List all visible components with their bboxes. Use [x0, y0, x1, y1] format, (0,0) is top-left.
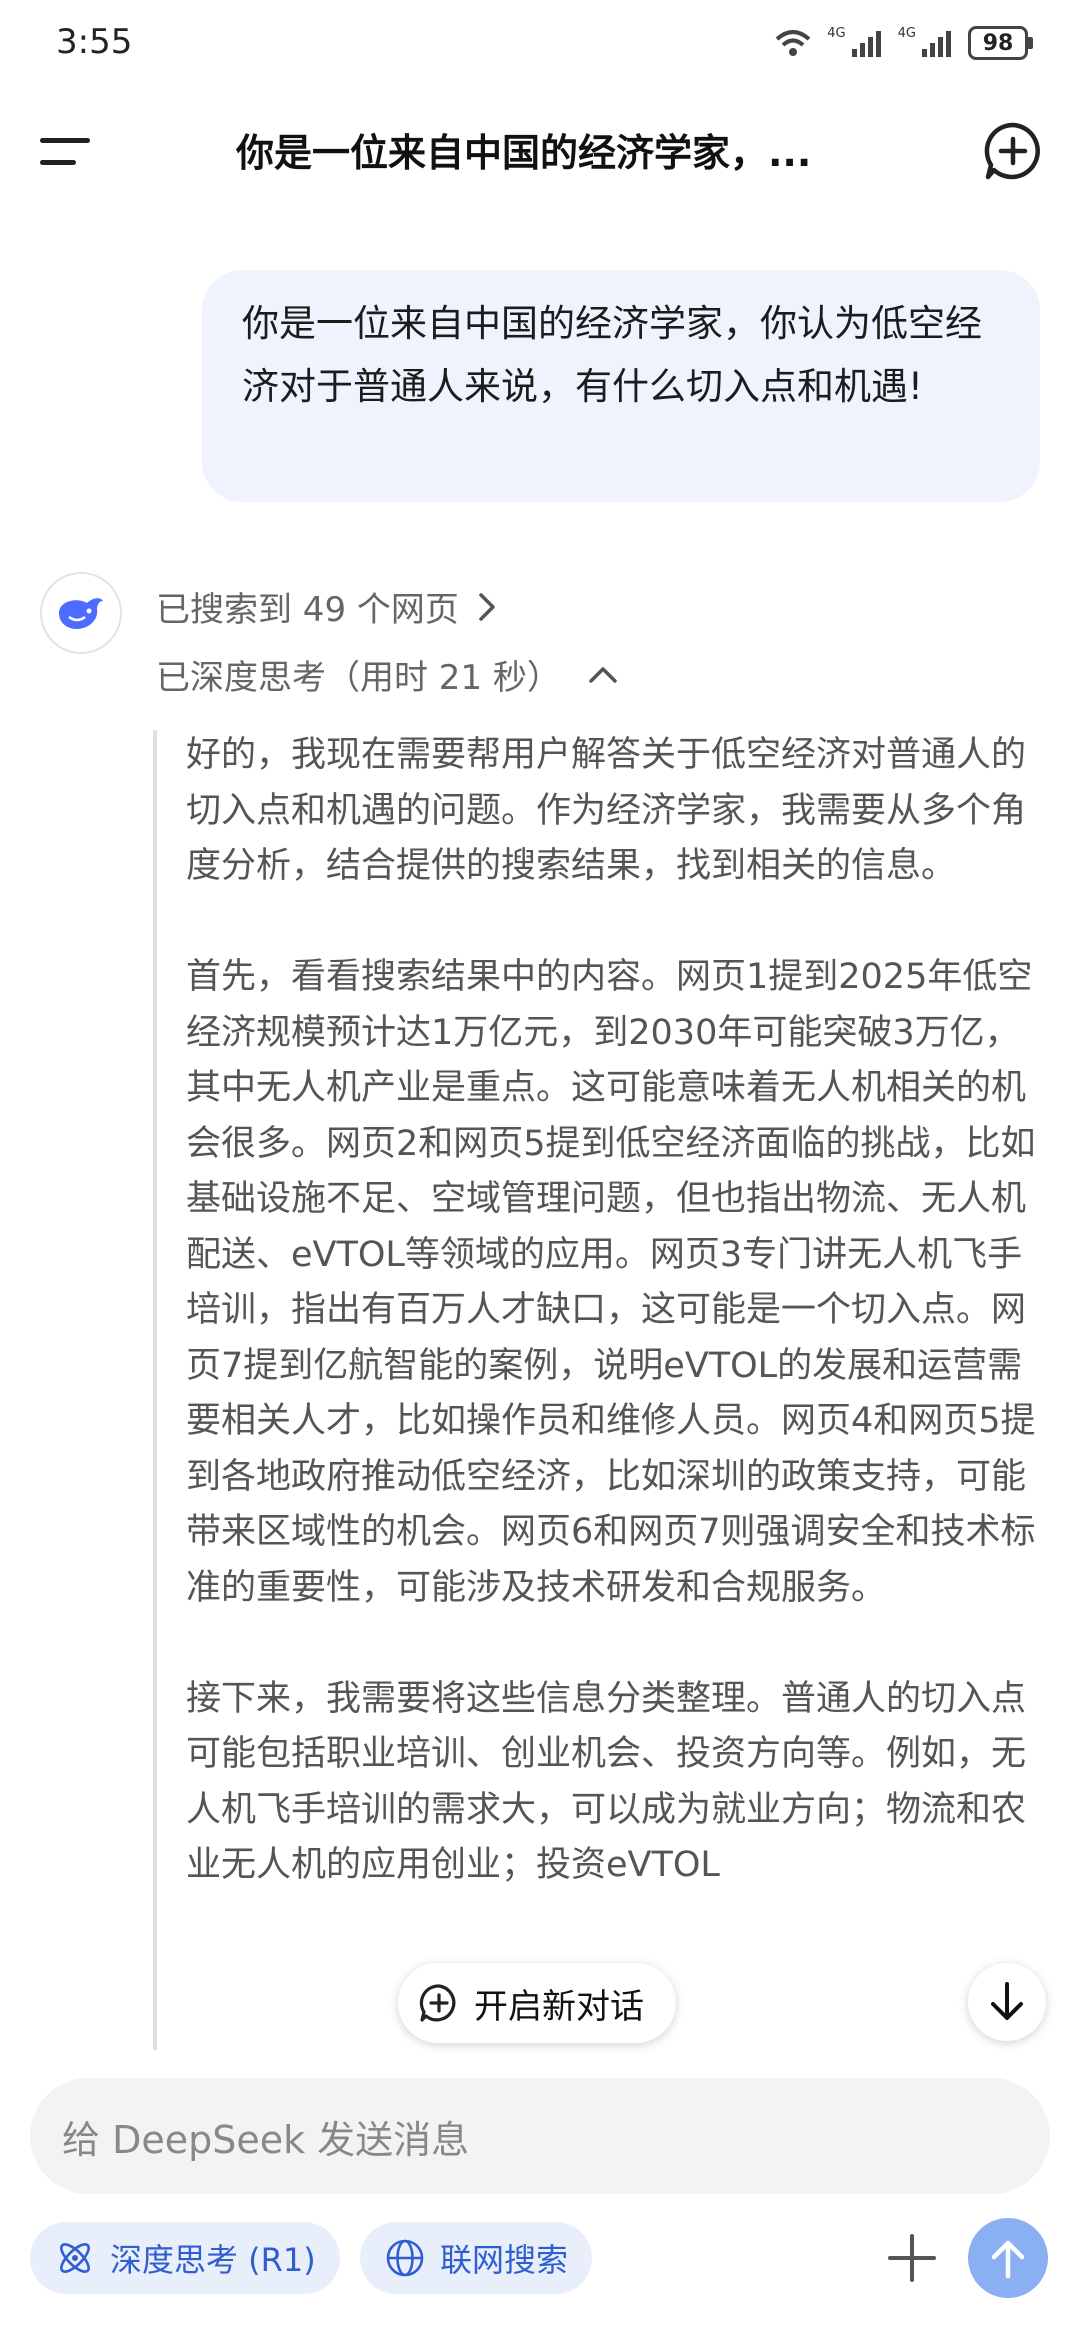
status-icons: 4G 4G 98 — [773, 25, 1033, 60]
signal-icon — [850, 27, 884, 59]
web-search-toggle[interactable]: 联网搜索 — [360, 2222, 593, 2294]
web-search-label: 联网搜索 — [440, 2241, 569, 2279]
status-bar: 3:55 4G 4G 98 — [0, 0, 1080, 90]
battery-level: 98 — [982, 30, 1014, 56]
battery-icon: 98 — [968, 26, 1033, 60]
network-type-label: 4G — [827, 25, 846, 41]
wifi-icon — [773, 27, 813, 59]
deep-think-toggle[interactable]: 深度思考 (R1) — [30, 2222, 340, 2294]
chevron-up-icon — [589, 666, 617, 683]
search-results-toggle[interactable]: 已搜索到 49 个网页 — [156, 582, 497, 631]
deepseek-avatar — [40, 572, 122, 654]
user-message-bubble: 你是一位来自中国的经济学家，你认为低空经济对于普通人来说，有什么切入点和机遇! — [202, 270, 1040, 502]
signal-icon — [920, 27, 954, 59]
new-chat-label: 开启新对话 — [474, 1986, 644, 2027]
search-status-text: 已搜索到 49 个网页 — [156, 590, 459, 630]
app-header: 你是一位来自中国的经济学家，... — [0, 100, 1080, 200]
network-type-label: 4G — [897, 25, 916, 41]
globe-icon — [386, 2239, 424, 2277]
new-chat-icon — [419, 1984, 456, 2022]
new-chat-button[interactable]: 开启新对话 — [398, 1963, 676, 2043]
menu-icon[interactable] — [40, 130, 92, 170]
thinking-paragraph: 首先，看看搜索结果中的内容。网页1提到2025年低空经济规模预计达1万亿元，到2… — [186, 957, 1036, 1608]
atom-icon — [60, 2243, 90, 2273]
attach-plus-icon[interactable] — [880, 2226, 944, 2290]
think-status-text: 已深度思考（用时 21 秒） — [156, 658, 561, 698]
new-chat-icon[interactable] — [982, 120, 1044, 182]
thinking-paragraph: 好的，我现在需要帮用户解答关于低空经济对普通人的切入点和机遇的问题。作为经济学家… — [186, 735, 1027, 886]
send-button[interactable] — [968, 2218, 1048, 2298]
deep-think-label: 深度思考 (R1) — [110, 2241, 316, 2279]
message-input-placeholder: 给 DeepSeek 发送消息 — [62, 2117, 470, 2162]
thinking-paragraph: 接下来，我需要将这些信息分类整理。普通人的切入点可能包括职业培训、创业机会、投资… — [186, 1678, 1027, 1886]
arrow-up-icon — [991, 2240, 1025, 2279]
thinking-divider — [153, 730, 157, 2050]
page-title: 你是一位来自中国的经济学家，... — [236, 131, 812, 175]
status-time: 3:55 — [56, 22, 133, 62]
chevron-right-icon — [479, 592, 495, 621]
scroll-down-button[interactable] — [968, 1963, 1046, 2041]
thinking-toggle[interactable]: 已深度思考（用时 21 秒） — [156, 650, 619, 699]
arrow-down-icon — [991, 1982, 1023, 2020]
deepseek-whale-icon — [59, 598, 103, 629]
message-input[interactable]: 给 DeepSeek 发送消息 — [30, 2078, 1050, 2194]
thinking-content: 好的，我现在需要帮用户解答关于低空经济对普通人的切入点和机遇的问题。作为经济学家… — [186, 728, 1042, 2040]
